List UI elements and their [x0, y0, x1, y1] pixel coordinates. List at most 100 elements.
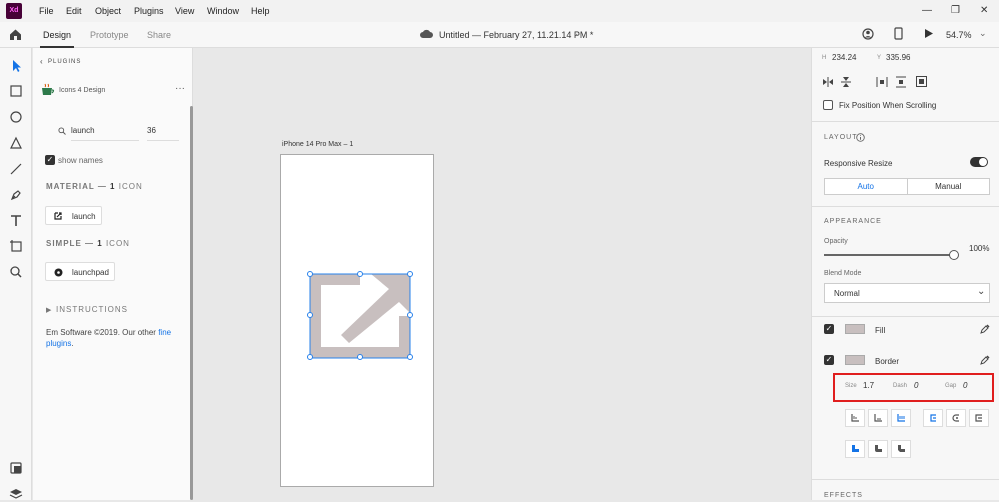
fix-position-checkbox[interactable] [823, 100, 833, 110]
manual-option[interactable]: Manual [908, 179, 990, 194]
restore-icon[interactable]: ❐ [951, 5, 960, 16]
resize-handle-top-right[interactable] [407, 271, 413, 277]
stroke-center-button[interactable] [891, 409, 911, 427]
stroke-position-group [845, 409, 911, 427]
menu-window[interactable]: Window [207, 6, 239, 16]
resize-handle-top-left[interactable] [307, 271, 313, 277]
select-tool-icon[interactable] [8, 58, 24, 74]
distribute-horizontal-icon[interactable] [876, 77, 888, 87]
mobile-preview-icon[interactable] [894, 27, 903, 40]
zoom-tool-icon[interactable] [8, 264, 24, 280]
menu-view[interactable]: View [175, 6, 194, 16]
show-names-checkbox[interactable]: ✓ [45, 155, 55, 165]
stroke-cap-square-button[interactable] [969, 409, 989, 427]
polygon-tool-icon[interactable] [8, 135, 24, 151]
tab-prototype[interactable]: Prototype [90, 30, 129, 40]
rectangle-tool-icon[interactable] [8, 83, 24, 99]
info-icon[interactable] [856, 133, 865, 142]
home-icon[interactable] [9, 28, 22, 41]
menu-object[interactable]: Object [95, 6, 121, 16]
stroke-cap-round-button[interactable] [946, 409, 966, 427]
border-eyedropper-icon[interactable] [980, 355, 990, 365]
fill-eyedropper-icon[interactable] [980, 324, 990, 334]
play-icon[interactable] [924, 28, 934, 39]
artboard-tool-icon[interactable] [8, 238, 24, 254]
stroke-cap-butt-button[interactable] [923, 409, 943, 427]
pen-tool-icon[interactable] [8, 187, 24, 203]
minimize-icon[interactable]: — [922, 5, 932, 16]
close-icon[interactable]: ✕ [980, 5, 988, 16]
chevron-down-icon[interactable]: ⌄ [574, 28, 582, 39]
join-bevel-button[interactable] [891, 440, 911, 458]
back-chevron-icon[interactable]: ‹ [40, 57, 43, 66]
flip-vertical-icon[interactable] [841, 76, 851, 88]
blend-mode-select[interactable]: Normal ⌄ [824, 283, 990, 303]
stroke-gap-input[interactable]: 0 [963, 381, 967, 390]
auto-option[interactable]: Auto [825, 179, 908, 194]
resize-handle-middle-left[interactable] [307, 312, 313, 318]
flip-horizontal-icon[interactable] [822, 77, 834, 87]
opacity-slider-thumb[interactable] [949, 250, 959, 260]
instructions-toggle[interactable]: INSTRUCTIONS [56, 305, 128, 314]
icon-size-input[interactable]: 36 [147, 126, 179, 141]
plugin-footer: Em Software ©2019. Our other fine plugin… [46, 327, 186, 349]
plugin-panel-scrollbar[interactable] [190, 106, 193, 500]
tab-design[interactable]: Design [43, 30, 71, 40]
tab-share[interactable]: Share [147, 30, 171, 40]
artboard-label[interactable]: iPhone 14 Pro Max – 1 [282, 141, 353, 148]
resize-handle-middle-right[interactable] [407, 312, 413, 318]
selected-launch-icon[interactable] [305, 269, 415, 363]
opacity-value[interactable]: 100% [969, 244, 989, 253]
resize-mode-segmented-control: Auto Manual [824, 178, 990, 195]
expand-triangle-icon[interactable]: ▶ [46, 306, 51, 314]
search-input[interactable]: launch [71, 126, 139, 141]
text-tool-icon[interactable] [8, 213, 24, 229]
assets-icon[interactable] [8, 460, 24, 476]
simple-launchpad-icon-button[interactable]: launchpad [45, 262, 115, 281]
more-options-icon[interactable]: ··· [175, 83, 185, 94]
cloud-icon [420, 29, 433, 38]
blend-mode-label: Blend Mode [824, 270, 862, 277]
document-title[interactable]: Untitled — February 27, 11.21.14 PM * [439, 30, 593, 40]
menu-file[interactable]: File [39, 6, 54, 16]
height-input[interactable]: 234.24 [832, 53, 856, 62]
ellipse-tool-icon[interactable] [8, 109, 24, 125]
border-checkbox[interactable]: ✓ [824, 355, 834, 365]
stroke-dash-input[interactable]: 0 [914, 381, 918, 390]
menu-edit[interactable]: Edit [66, 6, 82, 16]
resize-handle-bottom-right[interactable] [407, 354, 413, 360]
menu-plugins[interactable]: Plugins [134, 6, 164, 16]
resize-handle-bottom-center[interactable] [357, 354, 363, 360]
join-round-button[interactable] [868, 440, 888, 458]
y-input[interactable]: 335.96 [886, 53, 910, 62]
stroke-inner-button[interactable] [845, 409, 865, 427]
border-label: Border [875, 357, 900, 366]
plugins-back-link[interactable]: PLUGINS [48, 59, 81, 65]
stroke-size-input[interactable]: 1.7 [863, 381, 874, 390]
border-color-swatch[interactable] [845, 355, 865, 365]
zoom-chevron-icon[interactable]: ⌄ [979, 28, 987, 39]
menu-help[interactable]: Help [251, 6, 270, 16]
material-launch-icon-button[interactable]: launch [45, 206, 102, 225]
material-prefix: MATERIAL — [46, 182, 107, 191]
fill-label: Fill [875, 326, 886, 335]
plugin-name: Icons 4 Design [59, 87, 106, 94]
join-bevel-icon [898, 445, 905, 452]
distribute-vertical-icon[interactable] [896, 76, 906, 88]
align-to-pixel-grid-icon[interactable] [916, 76, 927, 87]
line-tool-icon[interactable] [8, 161, 24, 177]
user-icon[interactable] [862, 28, 874, 40]
stroke-outer-button[interactable] [868, 409, 888, 427]
responsive-resize-toggle[interactable] [970, 157, 988, 167]
zoom-level[interactable]: 54.7% [946, 30, 972, 40]
join-miter-button[interactable] [845, 440, 865, 458]
fill-color-swatch[interactable] [845, 324, 865, 334]
cap-square-icon [975, 414, 982, 422]
resize-handle-bottom-left[interactable] [307, 354, 313, 360]
top-toolbar: Design Prototype Share Untitled — Februa… [0, 22, 999, 48]
opacity-slider-track[interactable] [824, 254, 954, 256]
cap-round-icon [952, 414, 959, 422]
material-heading: MATERIAL — 1 ICON [46, 182, 143, 191]
resize-handle-top-center[interactable] [357, 271, 363, 277]
fill-checkbox[interactable]: ✓ [824, 324, 834, 334]
